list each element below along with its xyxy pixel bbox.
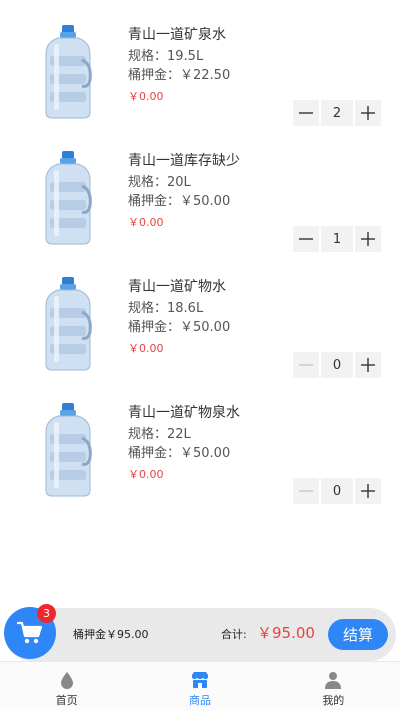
increase-button[interactable] (355, 100, 381, 126)
minus-icon (299, 112, 313, 114)
quantity-value[interactable]: 0 (321, 478, 353, 504)
user-icon (325, 672, 342, 689)
checkout-button[interactable]: 结算 (328, 619, 388, 650)
product-item[interactable]: 青山一道矿泉水 规格：19.5L 桶押金：￥22.50 ￥0.00 2 (0, 0, 400, 126)
minus-icon (299, 364, 313, 366)
decrease-button[interactable] (293, 226, 319, 252)
plus-icon (361, 484, 375, 498)
tab-home[interactable]: 首页 (0, 662, 133, 711)
tab-products[interactable]: 商品 (133, 662, 266, 711)
quantity-stepper: 0 (293, 478, 381, 504)
quantity-value[interactable]: 0 (321, 352, 353, 378)
product-spec: 规格：19.5L (128, 49, 204, 64)
increase-button[interactable] (355, 352, 381, 378)
product-item[interactable]: 青山一道矿物水 规格：18.6L 桶押金：￥50.00 ￥0.00 0 (0, 252, 400, 378)
product-name: 青山一道矿物水 (128, 279, 226, 295)
water-bottle-icon (45, 277, 92, 371)
minus-icon (299, 490, 313, 492)
total-label: 合计: (221, 628, 247, 641)
tab-label: 商品 (188, 694, 211, 707)
product-price: ￥0.00 (128, 90, 164, 103)
increase-button[interactable] (355, 226, 381, 252)
product-price: ￥0.00 (128, 216, 164, 229)
decrease-button[interactable] (293, 100, 319, 126)
product-spec: 规格：20L (128, 175, 191, 190)
tab-profile[interactable]: 我的 (267, 662, 400, 711)
increase-button[interactable] (355, 478, 381, 504)
deposit-summary: 桶押金￥95.00 (73, 628, 149, 641)
water-bottle-icon (45, 151, 92, 245)
product-name: 青山一道库存缺少 (128, 153, 240, 169)
product-deposit: 桶押金：￥22.50 (128, 68, 231, 83)
cart-icon (17, 621, 43, 644)
product-item[interactable]: 青山一道矿物泉水 规格：22L 桶押金：￥50.00 ￥0.00 0 (0, 378, 400, 504)
minus-icon (299, 238, 313, 240)
product-price: ￥0.00 (128, 342, 164, 355)
product-price: ￥0.00 (128, 468, 164, 481)
water-drop-icon (60, 672, 73, 689)
product-spec: 规格：22L (128, 427, 191, 442)
quantity-stepper: 0 (293, 352, 381, 378)
cart-count-badge: 3 (37, 604, 56, 623)
decrease-button[interactable] (293, 478, 319, 504)
water-bottle-icon (45, 25, 92, 119)
product-item[interactable]: 青山一道库存缺少 规格：20L 桶押金：￥50.00 ￥0.00 1 (0, 126, 400, 252)
quantity-value[interactable]: 1 (321, 226, 353, 252)
quantity-stepper: 1 (293, 226, 381, 252)
product-deposit: 桶押金：￥50.00 (128, 320, 231, 335)
product-name: 青山一道矿物泉水 (128, 405, 240, 421)
plus-icon (361, 232, 375, 246)
product-spec: 规格：18.6L (128, 301, 204, 316)
tab-label: 我的 (322, 694, 345, 707)
tab-label: 首页 (55, 694, 78, 707)
plus-icon (361, 106, 375, 120)
plus-icon (361, 358, 375, 372)
store-icon (191, 672, 208, 688)
tab-bar: 首页 商品 我的 (0, 661, 400, 711)
total-value: ￥95.00 (257, 624, 315, 642)
quantity-stepper: 2 (293, 100, 381, 126)
product-deposit: 桶押金：￥50.00 (128, 194, 231, 209)
water-bottle-icon (45, 403, 92, 497)
decrease-button[interactable] (293, 352, 319, 378)
product-name: 青山一道矿泉水 (128, 27, 226, 43)
quantity-value[interactable]: 2 (321, 100, 353, 126)
product-deposit: 桶押金：￥50.00 (128, 446, 231, 461)
